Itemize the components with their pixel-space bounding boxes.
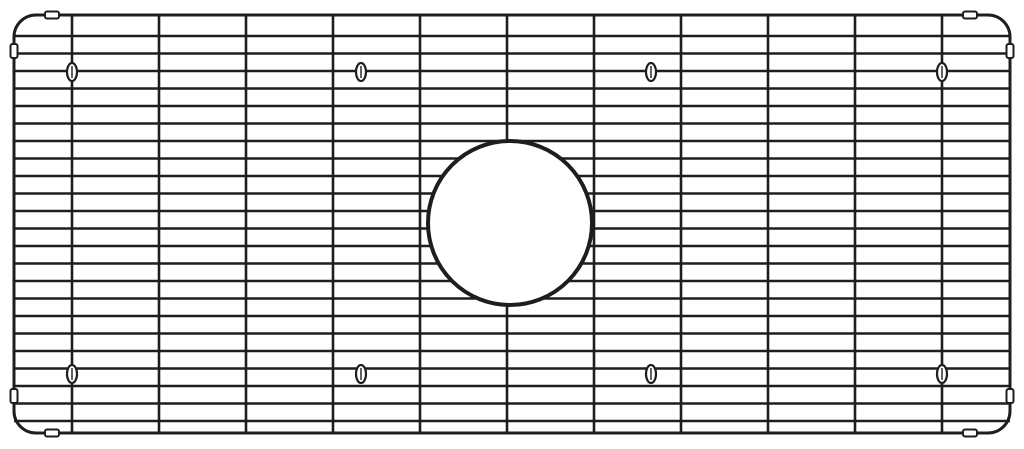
corner-clip xyxy=(1005,43,1015,59)
corner-clip xyxy=(1005,388,1015,404)
corner-clip xyxy=(44,10,60,20)
corner-clip xyxy=(962,10,978,20)
corner-clip xyxy=(962,428,978,438)
drain-opening xyxy=(426,139,594,307)
corner-clip xyxy=(9,388,19,404)
corner-clip xyxy=(44,428,60,438)
corner-clip xyxy=(9,43,19,59)
sink-grid-illustration xyxy=(9,10,1015,438)
